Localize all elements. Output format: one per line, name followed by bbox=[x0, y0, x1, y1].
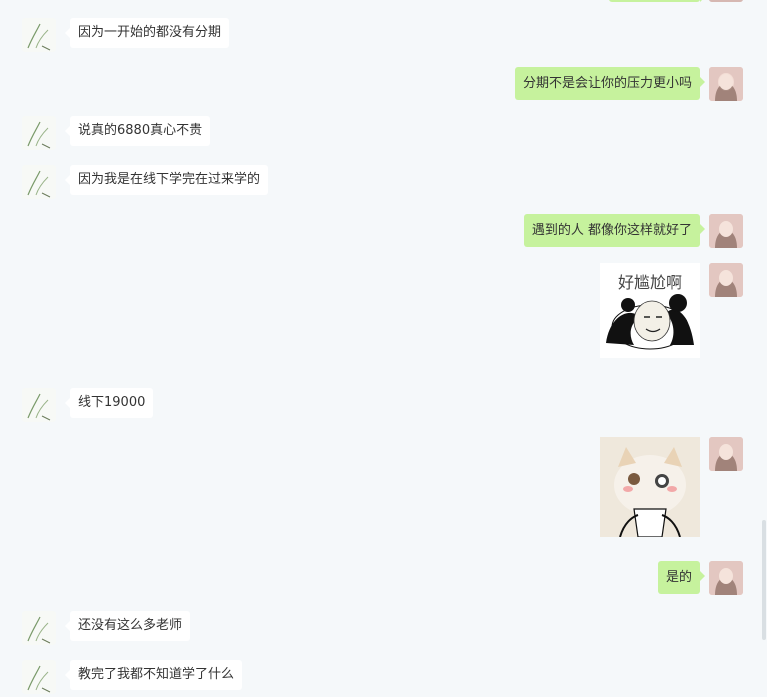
self-avatar[interactable] bbox=[709, 263, 743, 297]
message-bubble[interactable]: 还没有这么多老师 bbox=[64, 611, 191, 641]
contact-avatar[interactable] bbox=[22, 116, 56, 150]
message-bubble[interactable]: 遇到的人 都像你这样就好了 bbox=[523, 214, 706, 247]
self-avatar[interactable] bbox=[709, 67, 743, 101]
contact-avatar[interactable] bbox=[22, 660, 56, 694]
message-bubble[interactable]: 说真的6880真心不贵 bbox=[64, 116, 211, 146]
message-bubble-partial[interactable] bbox=[609, 0, 705, 2]
contact-avatar[interactable] bbox=[22, 165, 56, 199]
scrollbar-thumb[interactable] bbox=[762, 520, 766, 640]
message-bubble[interactable]: 是的 bbox=[657, 561, 706, 594]
message-bubble[interactable]: 线下19000 bbox=[64, 388, 154, 418]
panda-meme-sticker[interactable]: 好尴尬啊 bbox=[600, 263, 700, 358]
scrollbar[interactable] bbox=[761, 0, 767, 697]
self-avatar[interactable] bbox=[709, 214, 743, 248]
contact-avatar[interactable] bbox=[22, 18, 56, 52]
self-avatar[interactable] bbox=[709, 0, 743, 2]
self-avatar[interactable] bbox=[709, 561, 743, 595]
contact-avatar[interactable] bbox=[22, 388, 56, 422]
message-bubble[interactable]: 分期不是会让你的压力更小吗 bbox=[514, 67, 706, 100]
message-bubble[interactable]: 因为我是在线下学完在过来学的 bbox=[64, 165, 269, 195]
cat-meme-image[interactable] bbox=[600, 437, 700, 537]
message-bubble[interactable]: 教完了我都不知道学了什么 bbox=[64, 660, 243, 690]
message-bubble[interactable]: 因为一开始的都没有分期 bbox=[64, 18, 230, 48]
self-avatar[interactable] bbox=[709, 437, 743, 471]
contact-avatar[interactable] bbox=[22, 611, 56, 645]
